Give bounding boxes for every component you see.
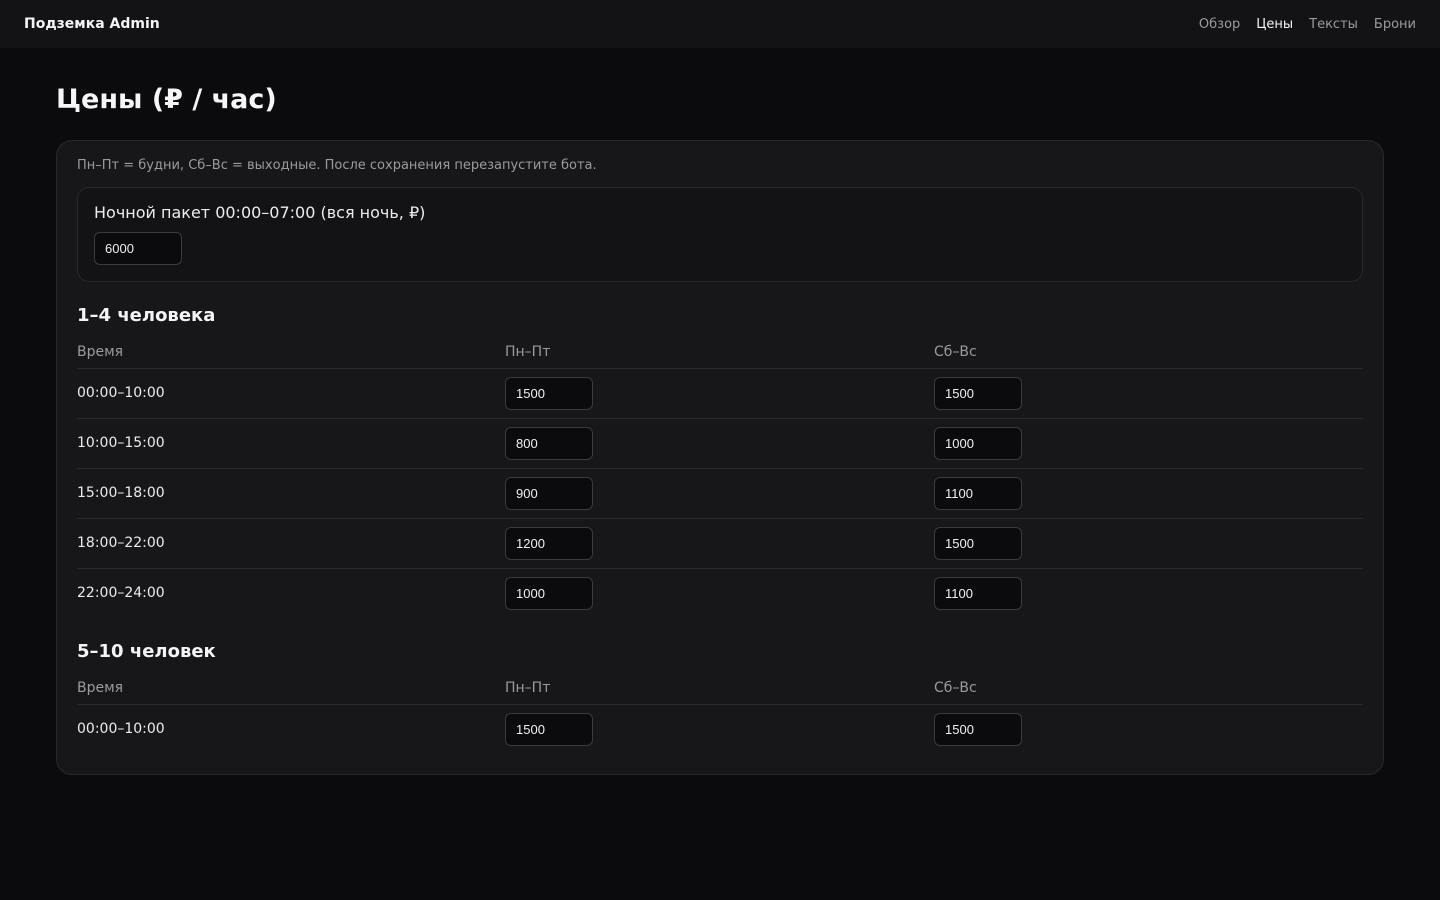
nav-texts[interactable]: Тексты [1309,17,1358,32]
table-row: 00:00–10:00 [77,368,1363,419]
weekend-price-input[interactable] [934,526,1022,560]
price-table: Время Пн–Пт Сб–Вс 00:00–10:00 [77,676,1363,754]
time-slot: 15:00–18:00 [77,468,505,519]
weekday-cell [505,368,934,419]
time-slot: 22:00–24:00 [77,585,165,602]
weekend-cell [934,418,1363,469]
top-bar: Подземка Admin Обзор Цены Тексты Брони [0,0,1440,48]
table-row: 00:00–10:00 [77,704,1363,754]
column-header-weekend: Сб–Вс [934,340,1363,369]
group-title: 5–10 человек [77,641,216,662]
column-header-weekday: Пн–Пт [505,676,934,705]
weekend-price-input[interactable] [934,576,1022,610]
hint-text: Пн–Пт = будни, Сб–Вс = выходные. После с… [77,158,597,173]
table-row: 15:00–18:00 [77,468,1363,519]
night-package-input[interactable] [94,232,182,265]
weekday-price-input[interactable] [505,526,593,560]
weekday-price-input[interactable] [505,576,593,610]
nav-overview[interactable]: Обзор [1199,17,1240,32]
time-slot: 00:00–10:00 [77,368,505,419]
weekend-cell [934,518,1363,569]
night-package-label: Ночной пакет 00:00–07:00 (вся ночь, ₽) [94,203,426,222]
price-group-5-10: 5–10 человек Время Пн–Пт Сб–Вс 00:00–10:… [77,640,1363,754]
column-header-weekday: Пн–Пт [505,340,934,369]
weekend-cell [934,704,1363,754]
weekend-cell [934,468,1363,519]
weekday-price-input[interactable] [505,712,593,746]
time-slot: 00:00–10:00 [77,721,165,738]
weekday-cell [505,568,934,618]
night-package-card: Ночной пакет 00:00–07:00 (вся ночь, ₽) [77,187,1363,282]
table-header-row: Время Пн–Пт Сб–Вс [77,676,1363,705]
column-header-weekend: Сб–Вс [934,676,1363,705]
table-header-row: Время Пн–Пт Сб–Вс [77,340,1363,369]
table-row: 10:00–15:00 [77,418,1363,469]
table-row: 18:00–22:00 [77,518,1363,569]
prices-card: Пн–Пт = будни, Сб–Вс = выходные. После с… [56,140,1384,775]
brand-title: Подземка Admin [24,16,160,32]
price-group-1-4: 1–4 человека Время Пн–Пт Сб–Вс 00:00–10:… [77,304,1363,618]
weekend-price-input[interactable] [934,476,1022,510]
weekday-cell [505,468,934,519]
weekday-cell [505,704,934,754]
column-header-time: Время [77,340,505,369]
group-title: 1–4 человека [77,305,216,326]
table-row: 22:00–24:00 [77,568,1363,618]
nav-prices[interactable]: Цены [1256,17,1293,32]
price-table: Время Пн–Пт Сб–Вс 00:00–10:00 10:00–15:0… [77,340,1363,618]
weekend-cell [934,368,1363,419]
weekday-cell [505,518,934,569]
weekend-price-input[interactable] [934,376,1022,410]
weekend-price-input[interactable] [934,712,1022,746]
time-slot: 18:00–22:00 [77,518,505,569]
weekday-price-input[interactable] [505,476,593,510]
weekend-price-input[interactable] [934,426,1022,460]
weekday-cell [505,418,934,469]
time-slot: 10:00–15:00 [77,418,505,469]
column-header-time: Время [77,676,505,705]
nav-bookings[interactable]: Брони [1374,17,1416,32]
weekday-price-input[interactable] [505,426,593,460]
main-nav: Обзор Цены Тексты Брони [1199,17,1416,32]
page-content: Цены (₽ / час) Пн–Пт = будни, Сб–Вс = вы… [0,48,1440,775]
weekday-price-input[interactable] [505,376,593,410]
page-title: Цены (₽ / час) [56,84,277,115]
weekend-cell [934,568,1363,618]
